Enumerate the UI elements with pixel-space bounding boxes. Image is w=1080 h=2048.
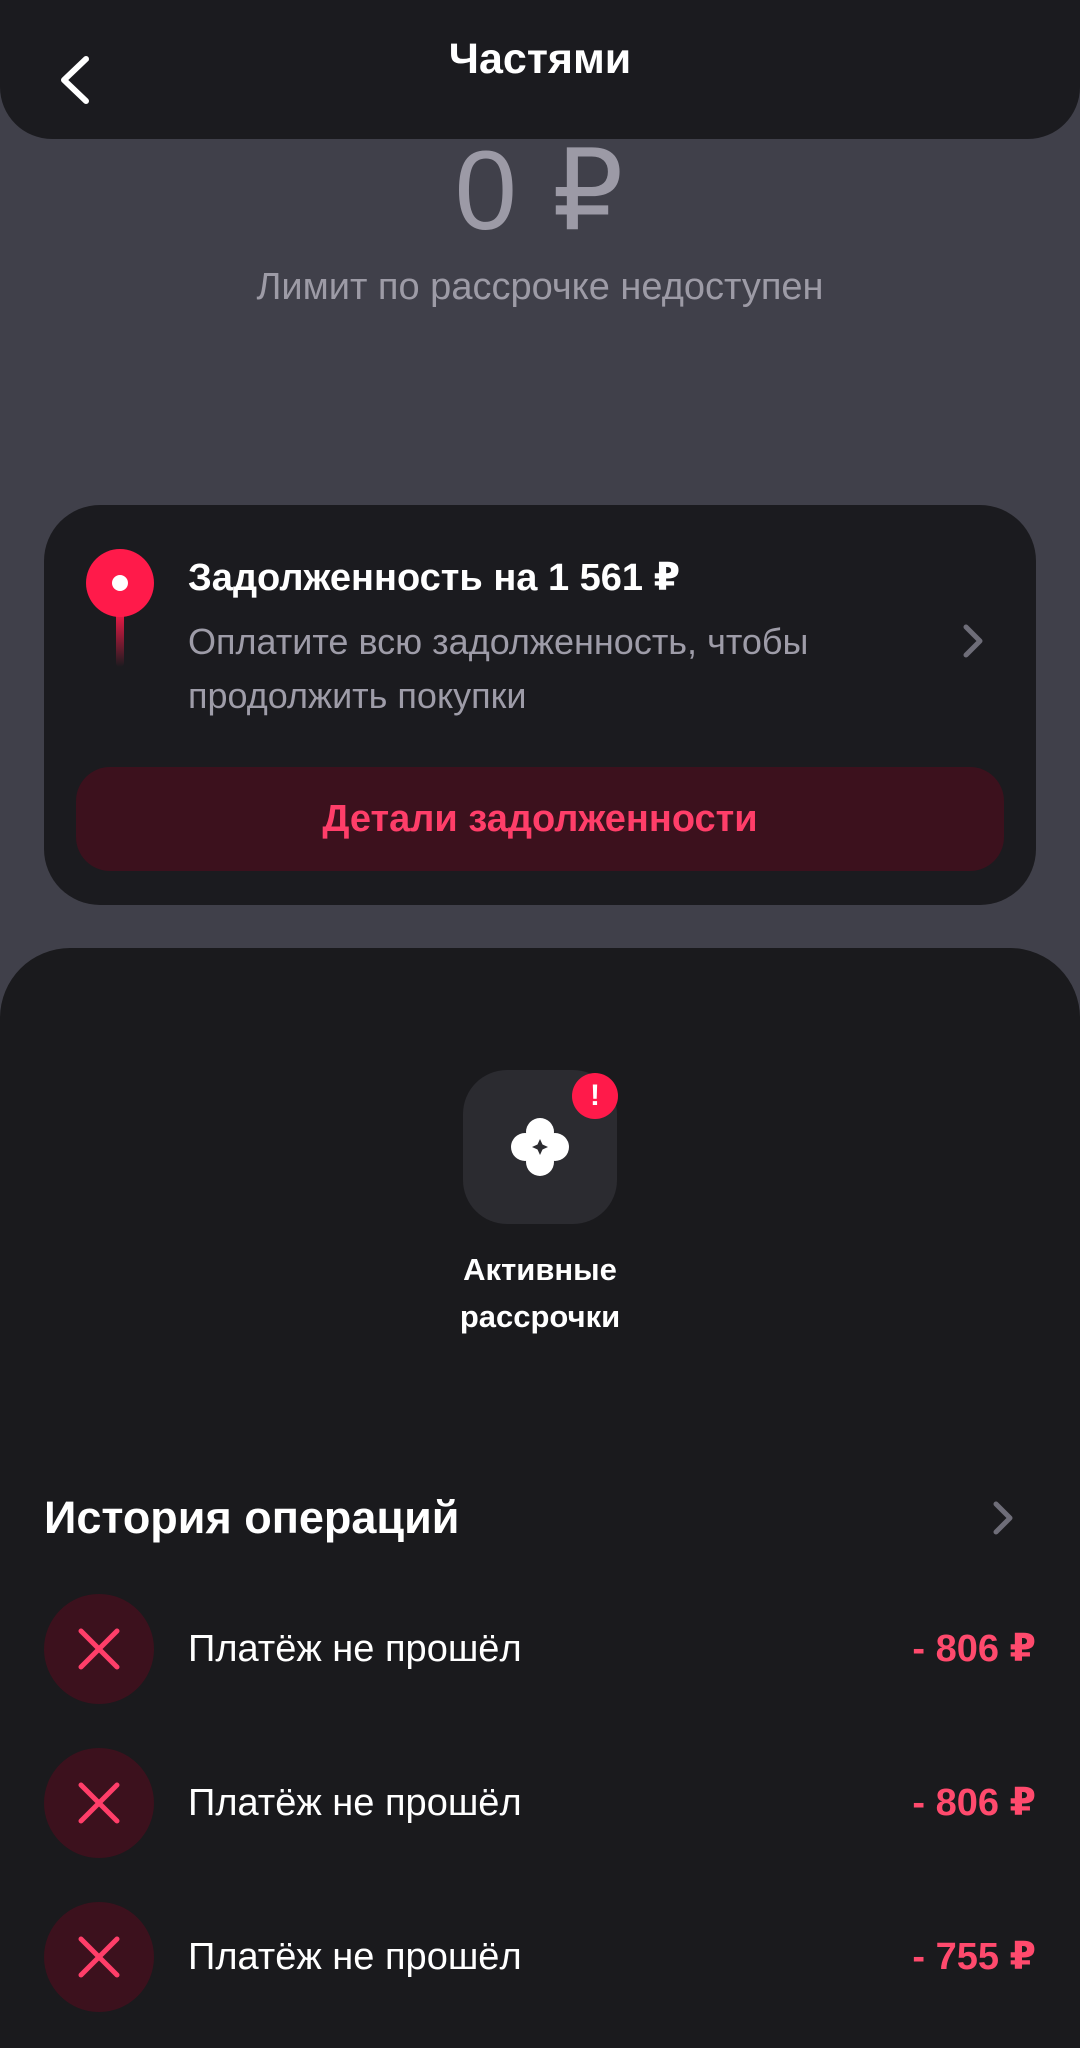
history-item[interactable]: Платёж не прошёл - 755 ₽ — [44, 1902, 1036, 2012]
active-installments-tile[interactable]: ! — [463, 1070, 618, 1224]
debt-title: Задолженность на 1 561 ₽ — [188, 557, 681, 599]
debt-details-button[interactable]: Детали задолженности — [76, 767, 1004, 871]
history-item-label: Платёж не прошёл — [188, 1628, 522, 1670]
history-item[interactable]: Платёж не прошёл - 806 ₽ — [44, 1594, 1036, 1704]
history-item-amount: - 806 ₽ — [912, 1782, 1036, 1824]
failed-payment-icon — [44, 1748, 154, 1858]
history-item[interactable]: Платёж не прошёл - 806 ₽ — [44, 1748, 1036, 1858]
active-installments-label[interactable]: Активные рассрочки — [390, 1246, 690, 1340]
pin-icon — [86, 549, 154, 669]
back-button[interactable] — [50, 52, 100, 108]
history-item-amount: - 755 ₽ — [912, 1936, 1036, 1978]
failed-payment-icon — [44, 1594, 154, 1704]
alert-badge-icon: ! — [572, 1073, 618, 1119]
chevron-right-icon[interactable] — [960, 621, 986, 661]
back-arrow-icon — [61, 56, 89, 104]
bottom-panel: ! Активные рассрочки История операций Пл… — [0, 948, 1080, 2048]
history-item-amount: - 806 ₽ — [912, 1628, 1036, 1670]
close-cross-icon — [78, 1936, 120, 1978]
chevron-right-icon — [993, 1501, 1013, 1535]
failed-payment-icon — [44, 1902, 154, 2012]
history-item-label: Платёж не прошёл — [188, 1936, 522, 1978]
history-item-label: Платёж не прошёл — [188, 1782, 522, 1824]
limit-caption: Лимит по рассрочке недоступен — [256, 266, 824, 308]
close-cross-icon — [78, 1628, 120, 1670]
top-bar: Частями — [0, 0, 1080, 139]
page-title: Частями — [448, 34, 632, 83]
clover-icon — [511, 1118, 569, 1176]
limit-amount: 0 ₽ — [454, 128, 626, 253]
history-title: История операций — [44, 1492, 460, 1543]
close-cross-icon — [78, 1782, 120, 1824]
debt-card[interactable]: Задолженность на 1 561 ₽ Оплатите всю за… — [44, 505, 1036, 905]
page: Частями 0 ₽ Лимит по рассрочке недоступе… — [0, 0, 1080, 2048]
history-header[interactable]: История операций — [44, 1488, 1036, 1548]
debt-description: Оплатите всю задолженность, чтобы продол… — [188, 621, 809, 716]
